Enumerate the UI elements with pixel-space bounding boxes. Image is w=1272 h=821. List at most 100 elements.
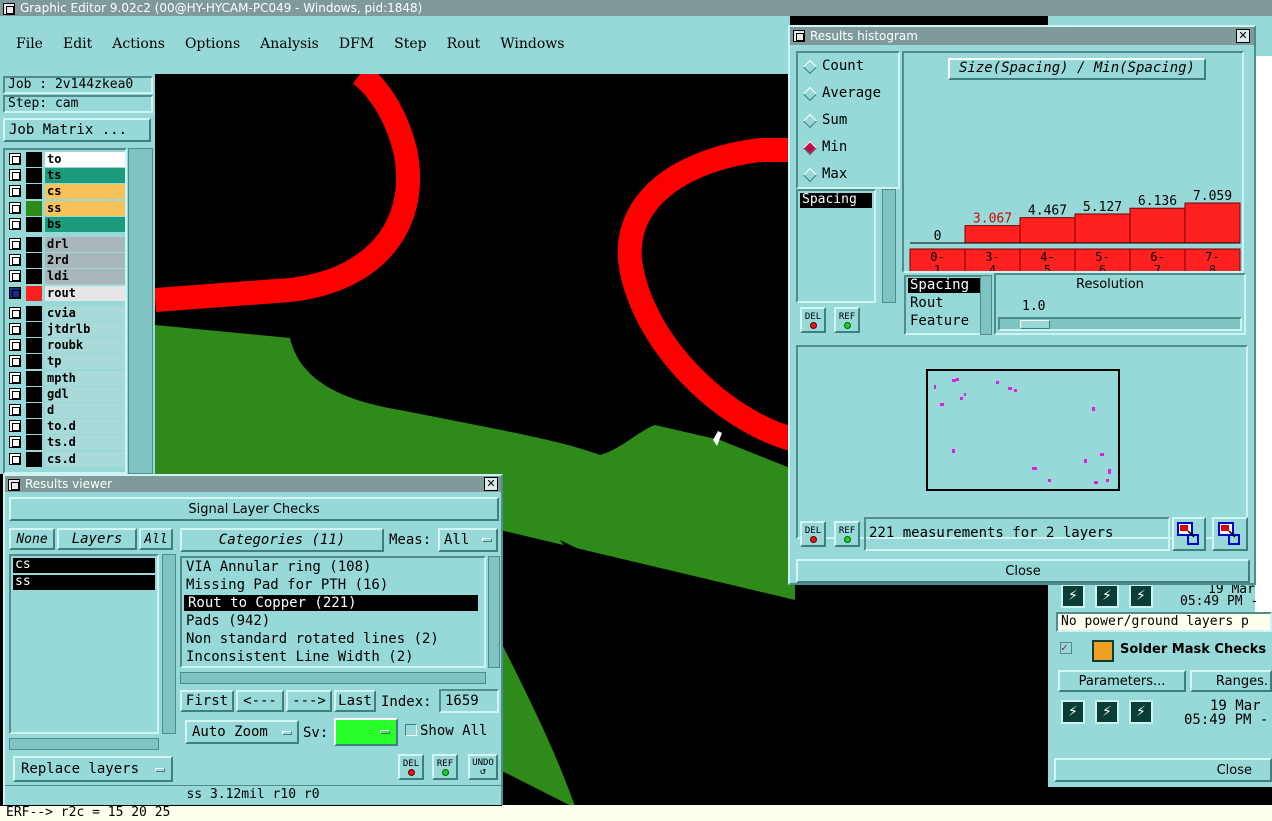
- menu-actions[interactable]: Actions: [112, 36, 165, 74]
- results-layer-cs[interactable]: cs: [13, 558, 155, 573]
- layer-checkbox[interactable]: [9, 323, 21, 335]
- category-item[interactable]: Non standard rotated lines (2): [182, 630, 484, 648]
- layer-checkbox[interactable]: [9, 169, 21, 182]
- layer-checkbox[interactable]: [9, 217, 21, 230]
- layer-row[interactable]: ss: [5, 200, 125, 216]
- sv-color-select[interactable]: [334, 718, 398, 746]
- layer-checkbox[interactable]: [9, 452, 21, 465]
- histogram-system-icon[interactable]: [793, 30, 805, 42]
- layer-row[interactable]: 2rd: [5, 253, 125, 269]
- layer-checkbox[interactable]: [9, 185, 21, 198]
- layer-checkbox[interactable]: [9, 355, 21, 368]
- results-viewer-system-icon[interactable]: [8, 479, 20, 491]
- mode-radio-sum[interactable]: Sum: [798, 107, 898, 134]
- checks-panel-close-button[interactable]: Close: [1054, 758, 1272, 782]
- category-item[interactable]: Pads (942): [182, 612, 484, 630]
- layer-row[interactable]: cs.d: [5, 451, 125, 467]
- layer-checkbox[interactable]: [9, 286, 21, 299]
- last-button[interactable]: Last: [334, 690, 376, 712]
- histogram-bar[interactable]: [1129, 207, 1186, 244]
- show-all-checkbox[interactable]: [405, 724, 417, 736]
- layer-row[interactable]: tp: [5, 354, 125, 370]
- auto-zoom-select[interactable]: Auto Zoom: [185, 720, 299, 744]
- layer-row[interactable]: to.d: [5, 419, 125, 435]
- histogram-ref-button[interactable]: REF: [834, 307, 860, 333]
- ref-button[interactable]: REF: [432, 754, 458, 780]
- parameters-button[interactable]: Parameters...: [1058, 670, 1186, 692]
- layer-row[interactable]: cs: [5, 184, 125, 200]
- ranges-button[interactable]: Ranges.: [1190, 670, 1272, 692]
- category-item[interactable]: VIA Annular ring (108): [182, 558, 484, 576]
- histogram-group-scroll[interactable]: [980, 275, 992, 335]
- run-icon-2[interactable]: ⚡: [1095, 584, 1119, 608]
- prev-button[interactable]: <---: [236, 690, 284, 712]
- layer-checkbox[interactable]: [9, 270, 21, 283]
- layer-row[interactable]: cvia: [5, 305, 125, 321]
- histogram-bar[interactable]: [964, 225, 1021, 244]
- menu-windows[interactable]: Windows: [500, 36, 564, 74]
- histogram-bar[interactable]: [1074, 213, 1131, 244]
- results-layer-ss[interactable]: ss: [13, 575, 155, 590]
- group-item-rout[interactable]: Rout: [906, 294, 986, 312]
- first-button[interactable]: First: [180, 690, 234, 712]
- run-icon-3[interactable]: ⚡: [1129, 584, 1153, 608]
- layer-row[interactable]: gdl: [5, 386, 125, 402]
- none-button[interactable]: None: [9, 528, 55, 550]
- layer-row[interactable]: ts: [5, 168, 125, 184]
- app-system-menu-icon[interactable]: [3, 3, 15, 15]
- all-layers-button[interactable]: All: [139, 528, 173, 550]
- solder-mask-checkbox[interactable]: ✓: [1060, 642, 1072, 654]
- job-matrix-button[interactable]: Job Matrix ...: [3, 118, 151, 142]
- index-input[interactable]: 1659: [439, 689, 499, 713]
- group-item-feature[interactable]: Feature: [906, 312, 986, 330]
- layer-checkbox[interactable]: [9, 201, 21, 214]
- layer-checkbox[interactable]: [9, 371, 21, 384]
- histogram-close-button[interactable]: Close: [796, 559, 1250, 583]
- layer-checkbox[interactable]: [9, 404, 21, 416]
- results-viewer-close-icon[interactable]: ✕: [484, 477, 498, 491]
- menu-step[interactable]: Step: [394, 36, 426, 74]
- categories-hscroll[interactable]: [180, 672, 486, 684]
- resolution-slider[interactable]: [998, 317, 1242, 331]
- layers-button[interactable]: Layers: [57, 528, 137, 550]
- menu-edit[interactable]: Edit: [63, 36, 92, 74]
- layer-checkbox[interactable]: [9, 387, 21, 400]
- layer-row[interactable]: jtdrlb: [5, 322, 125, 337]
- layer-row[interactable]: rout: [5, 285, 125, 301]
- histogram-close-icon[interactable]: ✕: [1236, 29, 1250, 43]
- mode-radio-average[interactable]: Average: [798, 80, 898, 107]
- command-line[interactable]: ERF--> r2c = 15 20 25: [0, 805, 502, 821]
- check-set-header[interactable]: Signal Layer Checks: [9, 497, 499, 521]
- zoom-fit-button[interactable]: [1172, 517, 1206, 551]
- zoom-back-button[interactable]: [1212, 517, 1248, 551]
- categories-button[interactable]: Categories (11): [180, 528, 384, 552]
- layer-checkbox[interactable]: [9, 306, 21, 319]
- menu-rout[interactable]: Rout: [447, 36, 481, 74]
- layer-row[interactable]: bs: [5, 216, 125, 232]
- menu-file[interactable]: File: [16, 36, 43, 74]
- layer-row[interactable]: drl: [5, 237, 125, 252]
- layer-list-scrollbar[interactable]: [128, 148, 153, 474]
- menu-dfm[interactable]: DFM: [339, 36, 374, 74]
- histogram-bar[interactable]: [1019, 217, 1076, 244]
- run-icon-5[interactable]: ⚡: [1095, 700, 1119, 724]
- next-button[interactable]: --->: [286, 690, 332, 712]
- menu-options[interactable]: Options: [185, 36, 240, 74]
- resolution-slider-thumb[interactable]: [1020, 320, 1050, 329]
- layer-checkbox[interactable]: [9, 436, 21, 449]
- layer-row[interactable]: roubk: [5, 338, 125, 354]
- layer-checkbox[interactable]: [9, 339, 21, 352]
- results-layer-hscroll[interactable]: [9, 738, 159, 750]
- histogram-attr-scroll[interactable]: [882, 189, 896, 303]
- layer-row[interactable]: ldi: [5, 269, 125, 285]
- layer-row[interactable]: to: [5, 152, 125, 167]
- histogram-del-button[interactable]: DEL: [800, 307, 826, 333]
- category-item[interactable]: Missing Pad for PTH (16): [182, 576, 484, 594]
- layer-checkbox[interactable]: [9, 420, 21, 433]
- layer-row[interactable]: mpth: [5, 370, 125, 386]
- layer-row[interactable]: d: [5, 403, 125, 418]
- layer-checkbox[interactable]: [9, 254, 21, 267]
- mode-radio-min[interactable]: Min: [798, 134, 898, 161]
- undo-button[interactable]: UNDO ↺: [468, 754, 498, 780]
- map-ref-button[interactable]: REF: [834, 521, 860, 547]
